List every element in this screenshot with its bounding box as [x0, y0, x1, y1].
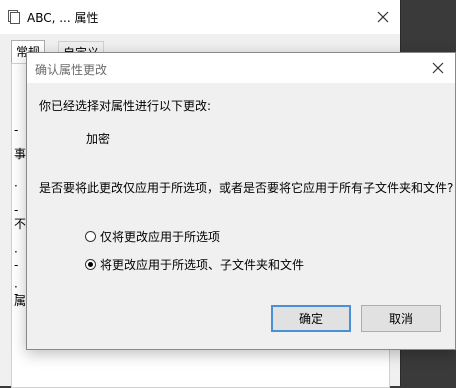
properties-titlebar: ABC, ... 属性: [0, 0, 400, 34]
close-icon[interactable]: [372, 6, 394, 28]
cancel-button[interactable]: 取消: [361, 305, 441, 332]
dialog-titlebar: 确认属性更改: [27, 53, 455, 83]
radio-button[interactable]: [85, 230, 96, 242]
intro-text: 你已经选择对属性进行以下更改:: [39, 99, 212, 113]
document-icon: [8, 10, 20, 24]
dialog-title: 确认属性更改: [35, 63, 108, 77]
change-text: 加密: [86, 132, 111, 146]
partial-text: -: [14, 258, 19, 272]
radio-button-checked[interactable]: [85, 258, 96, 270]
partial-text: 不: [14, 217, 27, 231]
confirm-attribute-dialog: 确认属性更改 你已经选择对属性进行以下更改: 加密 是否要将此更改仅应用于所选项…: [26, 52, 456, 350]
partial-text: 事: [14, 147, 27, 161]
question-text: 是否要将此更改仅应用于所选项，或者是否要将它应用于所有子文件夹和文件?: [39, 181, 454, 195]
partial-text: 属: [14, 294, 27, 308]
option-label: 仅将更改应用于所选项: [100, 229, 221, 244]
ok-button[interactable]: 确定: [271, 305, 351, 332]
option-label: 将更改应用于所选项、子文件夹和文件: [100, 257, 305, 272]
close-icon[interactable]: [427, 57, 449, 79]
option-selected-only[interactable]: 仅将更改应用于所选项: [85, 227, 220, 245]
properties-title: ABC, ... 属性: [27, 11, 99, 25]
partial-text: ·: [14, 179, 18, 193]
partial-text: ·: [14, 245, 18, 259]
option-all-subfolders[interactable]: 将更改应用于所选项、子文件夹和文件: [85, 255, 304, 273]
partial-text: -: [14, 123, 19, 137]
